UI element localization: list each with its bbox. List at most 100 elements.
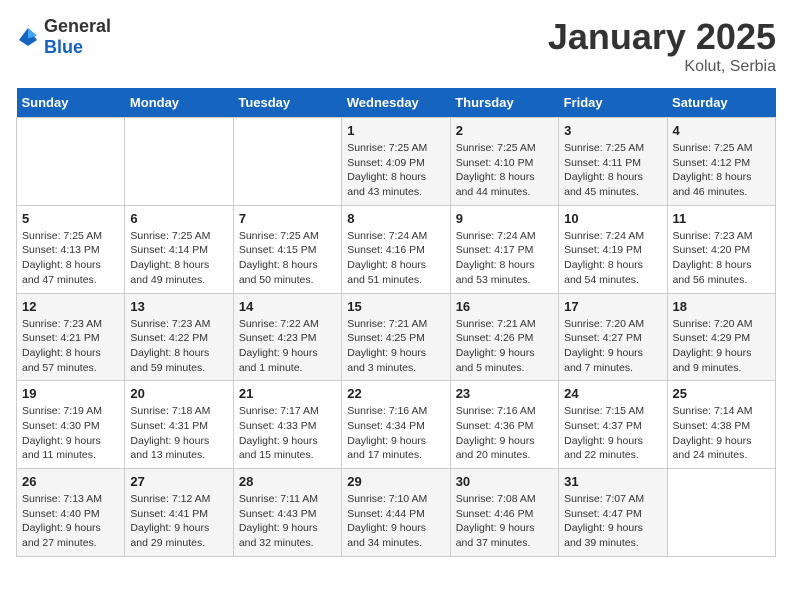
- day-info: Sunrise: 7:24 AM Sunset: 4:17 PM Dayligh…: [456, 229, 553, 288]
- calendar-cell: 22 Sunrise: 7:16 AM Sunset: 4:34 PM Dayli…: [342, 381, 450, 469]
- day-info: Sunrise: 7:15 AM Sunset: 4:37 PM Dayligh…: [564, 404, 661, 463]
- weekday-header-row: SundayMondayTuesdayWednesdayThursdayFrid…: [17, 88, 776, 118]
- day-info: Sunrise: 7:25 AM Sunset: 4:09 PM Dayligh…: [347, 141, 444, 200]
- calendar-cell: 15 Sunrise: 7:21 AM Sunset: 4:25 PM Dayli…: [342, 293, 450, 381]
- sub-title: Kolut, Serbia: [548, 58, 776, 76]
- day-info: Sunrise: 7:11 AM Sunset: 4:43 PM Dayligh…: [239, 492, 336, 551]
- day-info: Sunrise: 7:23 AM Sunset: 4:22 PM Dayligh…: [130, 317, 227, 376]
- calendar-cell: 21Sunrise: 7:17 AM Sunset: 4:33 PM Dayli…: [233, 381, 341, 469]
- calendar-cell: 8 Sunrise: 7:24 AM Sunset: 4:16 PM Daylig…: [342, 205, 450, 293]
- title-area: January 2025 Kolut, Serbia: [548, 16, 776, 76]
- day-number: 1: [347, 123, 444, 138]
- day-number: 13: [130, 299, 227, 314]
- day-number: 7: [239, 211, 336, 226]
- day-number: 23: [456, 386, 553, 401]
- calendar-cell: 27Sunrise: 7:12 AM Sunset: 4:41 PM Dayli…: [125, 469, 233, 557]
- calendar-cell: 12Sunrise: 7:23 AM Sunset: 4:21 PM Dayli…: [17, 293, 125, 381]
- day-number: 10: [564, 211, 661, 226]
- day-number: 2: [456, 123, 553, 138]
- day-number: 31: [564, 474, 661, 489]
- day-number: 29: [347, 474, 444, 489]
- day-info: Sunrise: 7:25 AM Sunset: 4:13 PM Dayligh…: [22, 229, 119, 288]
- weekday-header-sunday: Sunday: [17, 88, 125, 118]
- calendar-cell: 3 Sunrise: 7:25 AM Sunset: 4:11 PM Daylig…: [559, 118, 667, 206]
- day-info: Sunrise: 7:16 AM Sunset: 4:34 PM Dayligh…: [347, 404, 444, 463]
- day-number: 17: [564, 299, 661, 314]
- day-number: 4: [673, 123, 770, 138]
- day-info: Sunrise: 7:25 AM Sunset: 4:10 PM Dayligh…: [456, 141, 553, 200]
- day-number: 6: [130, 211, 227, 226]
- logo: General Blue: [16, 16, 111, 58]
- day-number: 9: [456, 211, 553, 226]
- calendar-week-3: 12Sunrise: 7:23 AM Sunset: 4:21 PM Dayli…: [17, 293, 776, 381]
- weekday-header-saturday: Saturday: [667, 88, 775, 118]
- calendar-week-4: 19 Sunrise: 7:19 AM Sunset: 4:30 PM Dayli…: [17, 381, 776, 469]
- day-number: 30: [456, 474, 553, 489]
- weekday-header-tuesday: Tuesday: [233, 88, 341, 118]
- calendar-cell: 4Sunrise: 7:25 AM Sunset: 4:12 PM Daylig…: [667, 118, 775, 206]
- calendar-cell: 19 Sunrise: 7:19 AM Sunset: 4:30 PM Dayli…: [17, 381, 125, 469]
- day-info: Sunrise: 7:21 AM Sunset: 4:26 PM Dayligh…: [456, 317, 553, 376]
- day-info: Sunrise: 7:12 AM Sunset: 4:41 PM Dayligh…: [130, 492, 227, 551]
- calendar-cell: 23 Sunrise: 7:16 AM Sunset: 4:36 PM Dayli…: [450, 381, 558, 469]
- calendar-cell: [233, 118, 341, 206]
- calendar-cell: 18 Sunrise: 7:20 AM Sunset: 4:29 PM Dayli…: [667, 293, 775, 381]
- weekday-header-thursday: Thursday: [450, 88, 558, 118]
- day-number: 28: [239, 474, 336, 489]
- weekday-header-monday: Monday: [125, 88, 233, 118]
- day-info: Sunrise: 7:23 AM Sunset: 4:20 PM Dayligh…: [673, 229, 770, 288]
- calendar-cell: 20 Sunrise: 7:18 AM Sunset: 4:31 PM Dayli…: [125, 381, 233, 469]
- day-info: Sunrise: 7:21 AM Sunset: 4:25 PM Dayligh…: [347, 317, 444, 376]
- day-info: Sunrise: 7:23 AM Sunset: 4:21 PM Dayligh…: [22, 317, 119, 376]
- calendar-body: 1 Sunrise: 7:25 AM Sunset: 4:09 PM Daylig…: [17, 118, 776, 557]
- day-info: Sunrise: 7:13 AM Sunset: 4:40 PM Dayligh…: [22, 492, 119, 551]
- logo-icon: [16, 25, 40, 49]
- day-number: 26: [22, 474, 119, 489]
- day-number: 15: [347, 299, 444, 314]
- calendar-week-1: 1 Sunrise: 7:25 AM Sunset: 4:09 PM Daylig…: [17, 118, 776, 206]
- day-number: 22: [347, 386, 444, 401]
- calendar-cell: 30 Sunrise: 7:08 AM Sunset: 4:46 PM Dayli…: [450, 469, 558, 557]
- day-number: 18: [673, 299, 770, 314]
- day-info: Sunrise: 7:25 AM Sunset: 4:11 PM Dayligh…: [564, 141, 661, 200]
- day-number: 20: [130, 386, 227, 401]
- day-info: Sunrise: 7:19 AM Sunset: 4:30 PM Dayligh…: [22, 404, 119, 463]
- day-info: Sunrise: 7:10 AM Sunset: 4:44 PM Dayligh…: [347, 492, 444, 551]
- day-info: Sunrise: 7:20 AM Sunset: 4:27 PM Dayligh…: [564, 317, 661, 376]
- weekday-header-friday: Friday: [559, 88, 667, 118]
- calendar-cell: 29 Sunrise: 7:10 AM Sunset: 4:44 PM Dayli…: [342, 469, 450, 557]
- calendar-cell: 6 Sunrise: 7:25 AM Sunset: 4:14 PM Daylig…: [125, 205, 233, 293]
- calendar-cell: 5 Sunrise: 7:25 AM Sunset: 4:13 PM Daylig…: [17, 205, 125, 293]
- day-info: Sunrise: 7:07 AM Sunset: 4:47 PM Dayligh…: [564, 492, 661, 551]
- day-number: 25: [673, 386, 770, 401]
- calendar-cell: 2 Sunrise: 7:25 AM Sunset: 4:10 PM Daylig…: [450, 118, 558, 206]
- calendar-cell: 26 Sunrise: 7:13 AM Sunset: 4:40 PM Dayli…: [17, 469, 125, 557]
- day-number: 5: [22, 211, 119, 226]
- day-info: Sunrise: 7:14 AM Sunset: 4:38 PM Dayligh…: [673, 404, 770, 463]
- main-title: January 2025: [548, 16, 776, 58]
- calendar-cell: 28 Sunrise: 7:11 AM Sunset: 4:43 PM Dayli…: [233, 469, 341, 557]
- day-info: Sunrise: 7:25 AM Sunset: 4:14 PM Dayligh…: [130, 229, 227, 288]
- day-number: 19: [22, 386, 119, 401]
- day-info: Sunrise: 7:24 AM Sunset: 4:19 PM Dayligh…: [564, 229, 661, 288]
- day-number: 8: [347, 211, 444, 226]
- weekday-header-wednesday: Wednesday: [342, 88, 450, 118]
- day-info: Sunrise: 7:18 AM Sunset: 4:31 PM Dayligh…: [130, 404, 227, 463]
- day-number: 3: [564, 123, 661, 138]
- day-info: Sunrise: 7:24 AM Sunset: 4:16 PM Dayligh…: [347, 229, 444, 288]
- calendar-week-2: 5 Sunrise: 7:25 AM Sunset: 4:13 PM Daylig…: [17, 205, 776, 293]
- day-info: Sunrise: 7:20 AM Sunset: 4:29 PM Dayligh…: [673, 317, 770, 376]
- day-info: Sunrise: 7:08 AM Sunset: 4:46 PM Dayligh…: [456, 492, 553, 551]
- logo-blue: Blue: [44, 37, 83, 57]
- page-header: General Blue January 2025 Kolut, Serbia: [16, 16, 776, 76]
- calendar-cell: 16 Sunrise: 7:21 AM Sunset: 4:26 PM Dayli…: [450, 293, 558, 381]
- day-info: Sunrise: 7:22 AM Sunset: 4:23 PM Dayligh…: [239, 317, 336, 376]
- calendar-cell: 13 Sunrise: 7:23 AM Sunset: 4:22 PM Dayli…: [125, 293, 233, 381]
- calendar-cell: 11Sunrise: 7:23 AM Sunset: 4:20 PM Dayli…: [667, 205, 775, 293]
- day-info: Sunrise: 7:16 AM Sunset: 4:36 PM Dayligh…: [456, 404, 553, 463]
- calendar-cell: 17 Sunrise: 7:20 AM Sunset: 4:27 PM Dayli…: [559, 293, 667, 381]
- day-info: Sunrise: 7:25 AM Sunset: 4:15 PM Dayligh…: [239, 229, 336, 288]
- calendar-cell: 14Sunrise: 7:22 AM Sunset: 4:23 PM Dayli…: [233, 293, 341, 381]
- day-number: 16: [456, 299, 553, 314]
- calendar-cell: 9 Sunrise: 7:24 AM Sunset: 4:17 PM Daylig…: [450, 205, 558, 293]
